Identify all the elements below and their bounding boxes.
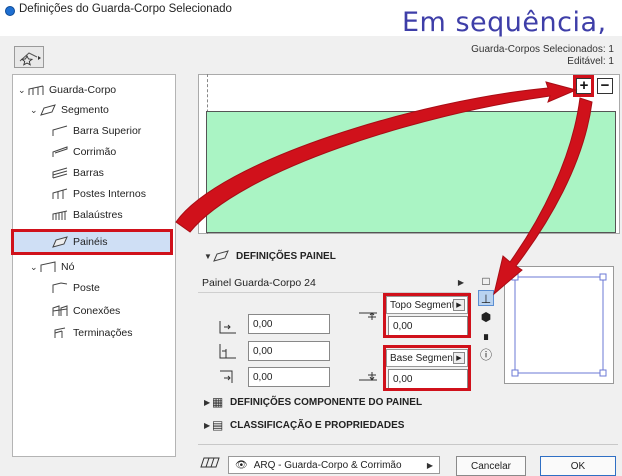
tree-label: Corrimão	[73, 146, 117, 158]
railing-type-icon	[200, 457, 220, 468]
panel-type-select[interactable]: Painel Guarda-Corpo 24 ▶	[198, 273, 470, 293]
title-bar: Definições do Guarda-Corpo Selecionado E…	[0, 0, 622, 38]
right-offset-icon	[220, 370, 233, 383]
chevron-right-icon: ▶	[204, 397, 211, 407]
node-icon	[40, 261, 56, 272]
section-title: DEFINIÇÕES COMPONENTE DO PAINEL	[230, 396, 423, 408]
favorites-button[interactable]	[14, 46, 44, 68]
section-title: DEFINIÇÕES PAINEL	[236, 250, 336, 262]
zoom-out-button[interactable]: −	[597, 78, 613, 94]
segment-icon	[40, 104, 56, 116]
selection-info: Guarda-Corpos Selecionados: 1 Editável: …	[471, 44, 614, 68]
tree-label: Barra Superior	[73, 125, 142, 137]
section-title: CLASSIFICAÇÃO E PROPRIEDADES	[230, 419, 405, 431]
post-icon	[52, 282, 68, 293]
overlay-caption: Em sequência,	[402, 7, 607, 38]
dropdown-arrow-icon: ▶	[426, 461, 433, 470]
tree-label: Painéis	[73, 236, 108, 248]
side-view-icon[interactable]: □	[478, 273, 494, 289]
zoom-in-highlight	[573, 75, 594, 97]
top-segment-highlight	[383, 293, 471, 338]
dropdown-arrow-icon: ▶	[457, 278, 464, 287]
tree-item-top-rail[interactable]: Barra Superior	[52, 121, 141, 141]
chevron-down-icon[interactable]: ⌄	[30, 105, 40, 116]
connections-icon	[52, 305, 68, 316]
ok-button[interactable]: OK	[540, 456, 616, 476]
tree-item-segment[interactable]: ⌄ Segmento	[30, 100, 109, 120]
panel-type-value: Painel Guarda-Corpo 24	[202, 276, 316, 289]
tree-item-node[interactable]: ⌄ Nó	[30, 257, 74, 277]
tree-item-inner-posts[interactable]: Postes Internos	[52, 184, 146, 204]
tree-label: Poste	[73, 282, 100, 294]
cancel-button[interactable]: Cancelar	[456, 456, 526, 476]
panels-icon	[213, 250, 229, 262]
inner-posts-icon	[52, 188, 68, 199]
tree-item-panels[interactable]: Painéis	[11, 229, 173, 255]
panel-settings-header[interactable]: ▼ DEFINIÇÕES PAINEL	[198, 245, 620, 267]
rails-icon	[52, 167, 68, 179]
tree-item-rails[interactable]: Barras	[52, 163, 104, 183]
right-offset-input[interactable]: 0,00	[248, 367, 330, 387]
tree-label: Terminações	[73, 327, 133, 339]
base-offset-icon	[359, 372, 377, 381]
tree-item-terminations[interactable]: Terminações	[52, 323, 133, 343]
chevron-down-icon[interactable]: ⌄	[18, 85, 28, 96]
component-settings-header[interactable]: ▶ ▦ DEFINIÇÕES COMPONENTE DO PAINEL	[198, 391, 620, 413]
info-icon[interactable]: ⓘ	[478, 347, 494, 363]
document-icon: ▤	[212, 418, 224, 432]
footer-divider	[198, 444, 618, 445]
left-offset-input[interactable]: 0,00	[248, 314, 330, 334]
3d-view-icon[interactable]: ⬢	[478, 309, 494, 325]
panel-frame-diagram	[511, 273, 607, 377]
classification-header[interactable]: ▶ ▤ CLASSIFICAÇÃO E PROPRIEDADES	[198, 414, 620, 436]
tree-label: Postes Internos	[73, 188, 146, 200]
tree-item-handrail[interactable]: Corrimão	[52, 142, 116, 162]
tree-item-connections[interactable]: Conexões	[52, 301, 120, 321]
chevron-right-icon: ▶	[204, 420, 211, 430]
tree-label: Guarda-Corpo	[49, 84, 117, 96]
balusters-icon	[52, 210, 68, 220]
terminations-icon	[54, 327, 66, 338]
panel-view-icon[interactable]: ⊥	[478, 290, 494, 306]
app-icon	[5, 6, 15, 16]
chevron-down-icon[interactable]: ⌄	[30, 262, 40, 273]
tree-item-post[interactable]: Poste	[52, 278, 100, 298]
inset-icon	[219, 344, 236, 359]
left-offset-icon	[219, 321, 236, 334]
tree-label: Balaústres	[73, 209, 123, 221]
chevron-down-icon: ▼	[204, 251, 212, 261]
favorites-star-icon	[19, 52, 41, 66]
handrail-icon	[52, 146, 68, 157]
layer-value: ARQ - Guarda-Corpo & Corrimão	[253, 459, 402, 471]
top-rail-icon	[52, 125, 68, 136]
tree-label: Conexões	[73, 305, 121, 317]
panel-mini-preview	[504, 266, 614, 384]
base-segment-highlight	[383, 345, 471, 391]
tree-label: Barras	[73, 167, 104, 179]
panel-preview-fill	[206, 111, 616, 233]
component-icon: ▦	[212, 395, 224, 409]
layer-select[interactable]: 👁 ARQ - Guarda-Corpo & Corrimão ▶	[228, 456, 440, 474]
selection-editable: Editável: 1	[567, 56, 614, 67]
inset-input[interactable]: 0,00	[248, 341, 330, 361]
window-title: Definições do Guarda-Corpo Selecionado	[19, 3, 232, 15]
eye-icon: 👁	[235, 459, 248, 471]
panels-icon	[52, 236, 68, 248]
top-offset-icon	[359, 312, 377, 320]
tree-label: Segmento	[61, 104, 109, 116]
tree-item-railing[interactable]: ⌄ Guarda-Corpo	[18, 80, 116, 100]
frame-view-icon[interactable]: ∎	[478, 328, 494, 344]
selection-count: Guarda-Corpos Selecionados: 1	[471, 44, 614, 55]
tree-label: Nó	[61, 261, 75, 273]
tree-item-balusters[interactable]: Balaústres	[52, 205, 123, 225]
railing-icon	[28, 85, 44, 95]
